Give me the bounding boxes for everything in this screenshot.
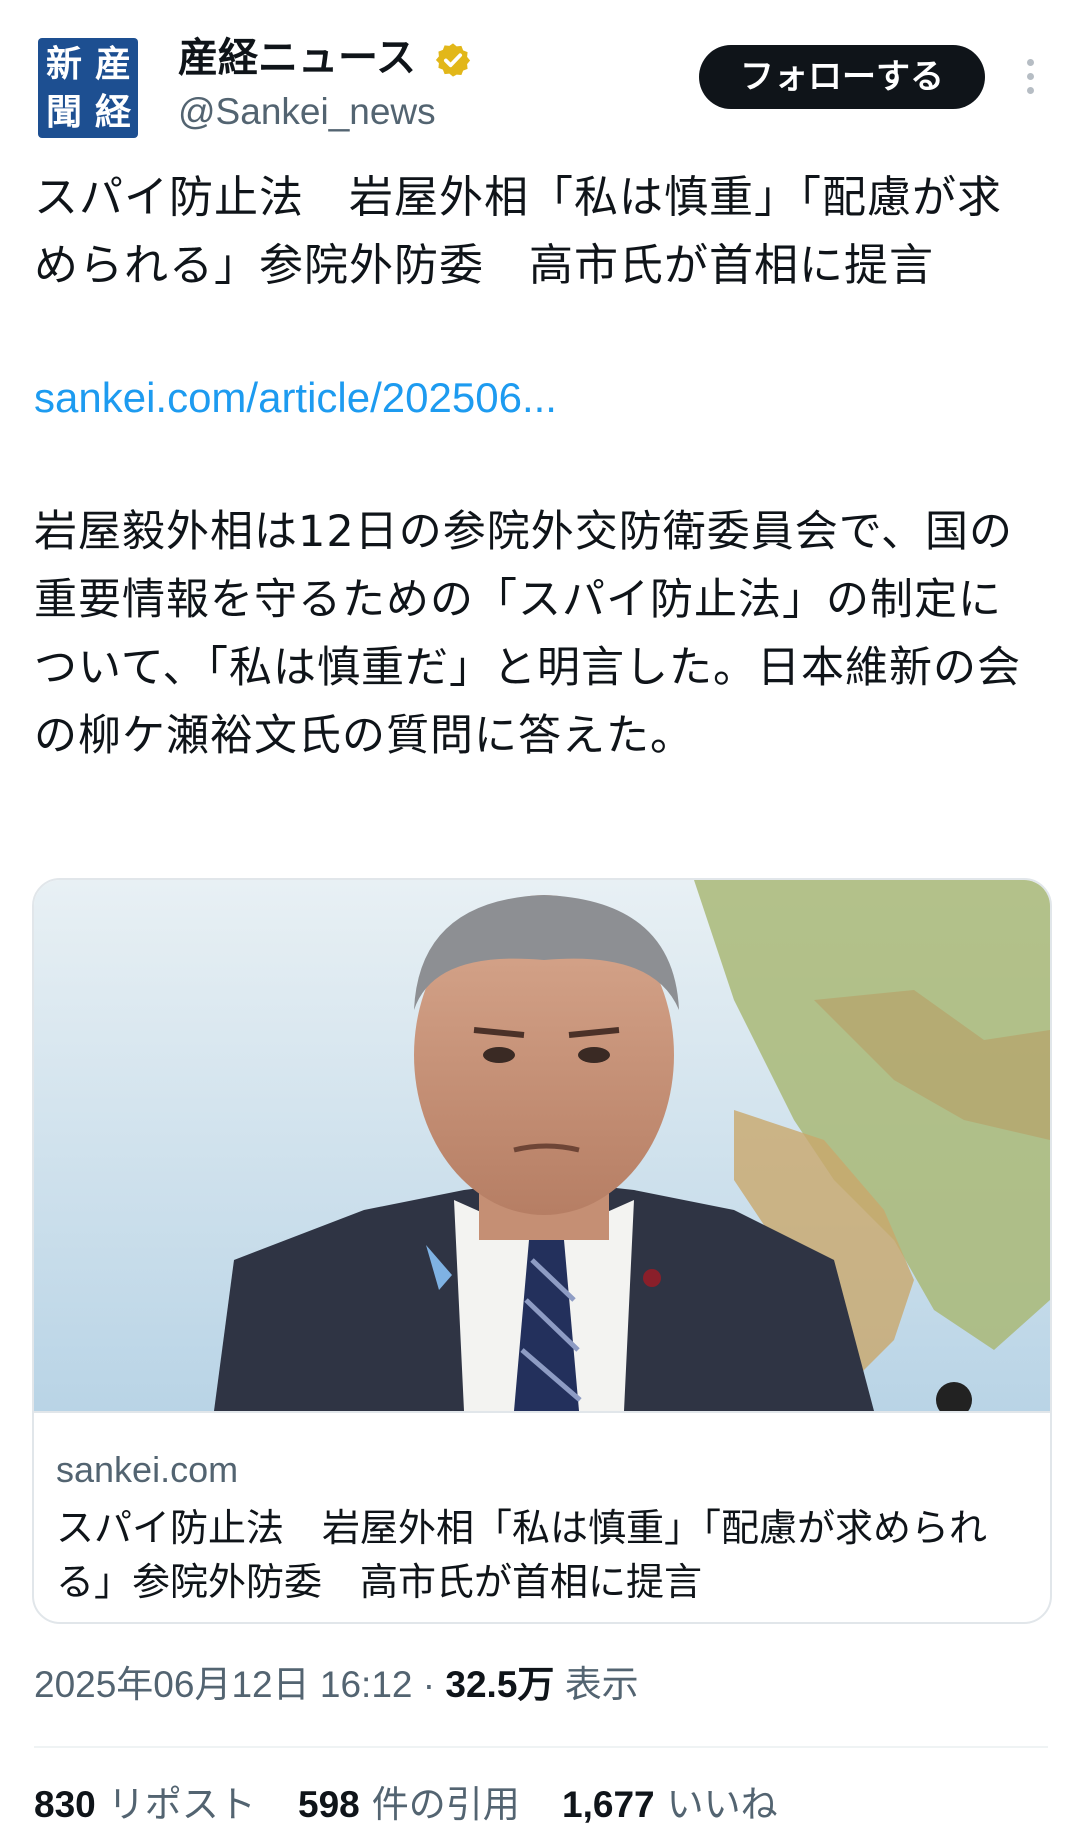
view-count: 32.5万	[445, 1664, 555, 1705]
link-preview-card[interactable]: sankei.com スパイ防止法 岩屋外相「私は慎重」「配慮が求められる」参院…	[32, 878, 1052, 1624]
avatar[interactable]: 産 経 新 聞	[38, 38, 138, 138]
display-name[interactable]: 産経ニュース	[178, 32, 416, 84]
repost-label: リポスト	[107, 1784, 256, 1825]
logo-char: 経	[94, 91, 131, 133]
like-count: 1,677	[562, 1784, 655, 1825]
quotes-stat[interactable]: 598 件の引用	[298, 1780, 520, 1830]
timestamp-text[interactable]: 2025年06月12日 16:12	[34, 1664, 413, 1705]
quote-count: 598	[298, 1784, 360, 1825]
like-label: いいね	[666, 1784, 778, 1825]
card-domain: sankei.com	[56, 1449, 239, 1490]
verified-badge-icon	[435, 43, 471, 77]
logo-char: 産	[94, 43, 131, 85]
account-handle[interactable]: @Sankei_news	[178, 88, 436, 136]
engagement-stats: 830 リポスト 598 件の引用 1,677 いいね	[34, 1780, 810, 1830]
reposts-stat[interactable]: 830 リポスト	[34, 1780, 256, 1830]
view-label: 表示	[564, 1664, 639, 1705]
more-vertical-icon[interactable]	[1010, 52, 1050, 102]
quote-label: 件の引用	[371, 1784, 520, 1825]
article-link[interactable]: sankei.com/article/202506...	[34, 368, 557, 428]
logo-char: 新	[45, 43, 82, 85]
likes-stat[interactable]: 1,677 いいね	[562, 1780, 778, 1830]
article-photo	[34, 880, 1050, 1411]
tweet-header: 産 経 新 聞 産経ニュース @Sankei_news フォローする	[0, 0, 1080, 150]
separator: ·	[422, 1664, 436, 1705]
repost-count: 830	[34, 1784, 96, 1825]
follow-button[interactable]: フォローする	[699, 45, 985, 109]
post-timestamp: 2025年06月12日 16:12 · 32.5万 表示	[34, 1660, 639, 1710]
logo-char: 聞	[45, 91, 82, 133]
card-meta: sankei.com スパイ防止法 岩屋外相「私は慎重」「配慮が求められる」参院…	[34, 1411, 1050, 1622]
divider	[34, 1746, 1048, 1748]
post-title: スパイ防止法 岩屋外相「私は慎重」「配慮が求められる」参院外防委 高市氏が首相に…	[34, 172, 1002, 291]
post-body: 岩屋毅外相は12日の参院外交防衛委員会で、国の重要情報を守るための「スパイ防止法…	[34, 507, 1022, 761]
card-title: スパイ防止法 岩屋外相「私は慎重」「配慮が求められる」参院外防委 高市氏が首相に…	[56, 1506, 988, 1604]
